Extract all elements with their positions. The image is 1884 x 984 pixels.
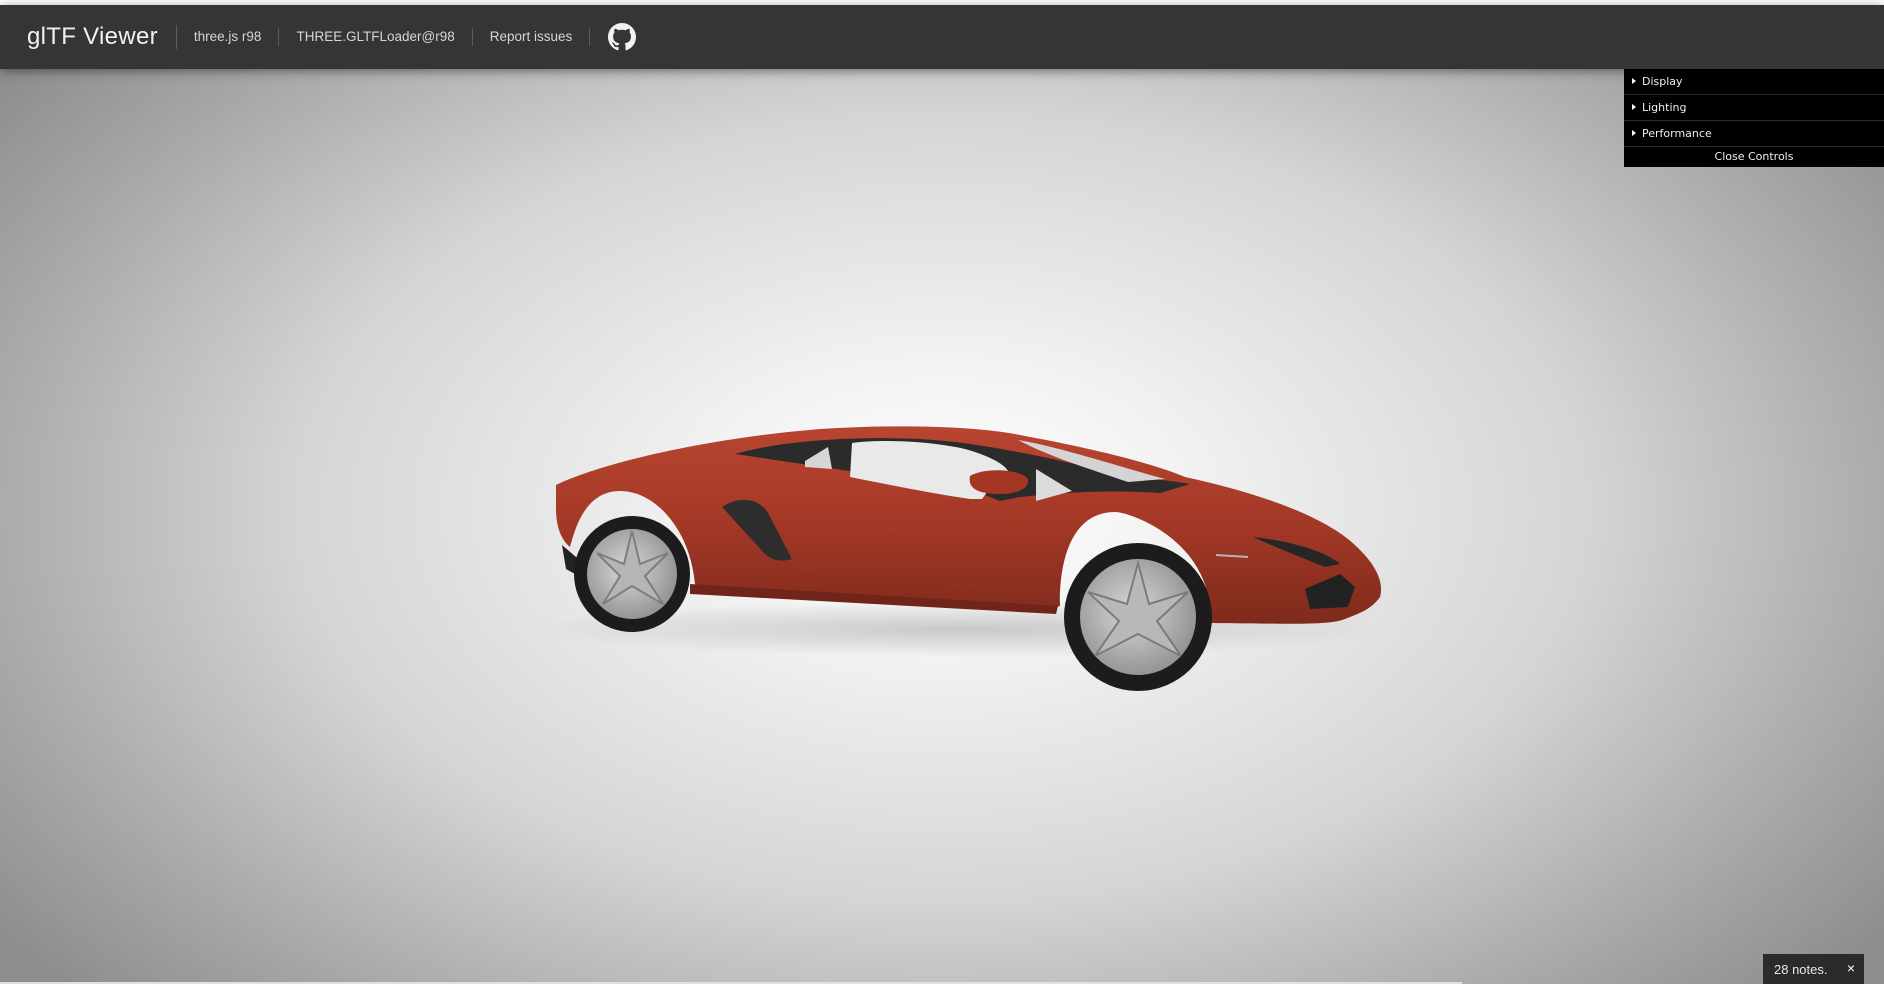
car-rear-wheel	[574, 516, 690, 632]
car-mirror	[969, 470, 1029, 495]
folder-display-label: Display	[1642, 75, 1683, 88]
car-model	[530, 426, 1390, 691]
folder-lighting[interactable]: Lighting	[1624, 95, 1884, 121]
caret-right-icon	[1632, 103, 1636, 110]
notes-notice: 28 notes. ×	[1763, 954, 1864, 984]
notes-count-text: 28 notes.	[1774, 961, 1828, 977]
folder-performance-label: Performance	[1642, 127, 1712, 140]
close-icon[interactable]: ×	[1847, 960, 1855, 976]
folder-display[interactable]: Display	[1624, 69, 1884, 95]
link-threejs-version[interactable]: three.js r98	[177, 28, 280, 46]
github-icon[interactable]	[607, 22, 637, 52]
car-front-wheel	[1064, 543, 1212, 691]
folder-lighting-label: Lighting	[1642, 101, 1687, 114]
controls-panel: Display Lighting Performance Close Contr…	[1624, 69, 1884, 167]
folder-performance[interactable]: Performance	[1624, 121, 1884, 147]
header-bar: glTF Viewer three.js r98 THREE.GLTFLoade…	[0, 5, 1884, 69]
link-gltfloader-version[interactable]: THREE.GLTFLoader@r98	[279, 28, 473, 46]
caret-right-icon	[1632, 129, 1636, 136]
close-controls-button[interactable]: Close Controls	[1624, 147, 1884, 167]
link-report-issues[interactable]: Report issues	[473, 28, 591, 46]
3d-viewport[interactable]	[0, 69, 1884, 984]
viewer-page: glTF Viewer three.js r98 THREE.GLTFLoade…	[0, 0, 1884, 984]
caret-right-icon	[1632, 77, 1636, 84]
app-title: glTF Viewer	[27, 25, 177, 49]
